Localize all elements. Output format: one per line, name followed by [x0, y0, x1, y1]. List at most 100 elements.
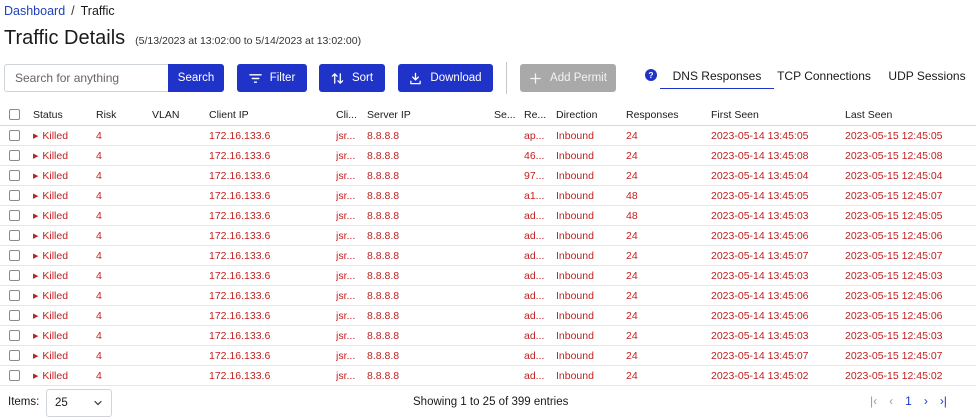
header-server-ip[interactable]: Server IP	[367, 104, 487, 125]
header-vlan[interactable]: VLAN	[152, 104, 202, 125]
vlan-cell	[152, 226, 202, 245]
breadcrumb-dashboard-link[interactable]: Dashboard	[4, 4, 65, 18]
last-page-icon[interactable]: ›|	[940, 394, 947, 408]
row-checkbox[interactable]	[9, 170, 20, 181]
add-permit-button[interactable]: Add Permit	[520, 64, 616, 92]
page-number[interactable]: 1	[905, 394, 912, 408]
row-checkbox[interactable]	[9, 130, 20, 141]
expand-caret-icon[interactable]: ▶	[33, 152, 38, 160]
row-checkbox-cell	[9, 226, 20, 245]
client-ip-cell: 172.16.133.6	[209, 309, 271, 322]
tab-tcp-connections[interactable]: TCP Connections	[774, 64, 874, 88]
table-row[interactable]: ▶ Killed 4 172.16.133.6 jsr... 8.8.8.8 ad…	[0, 286, 976, 306]
server-name-cell	[494, 186, 516, 205]
header-risk[interactable]: Risk	[96, 104, 146, 125]
tab-udp-sessions[interactable]: UDP Sessions	[882, 64, 972, 88]
download-button[interactable]: Download	[398, 64, 493, 92]
expand-caret-icon[interactable]: ▶	[33, 252, 38, 260]
table-row[interactable]: ▶ Killed 4 172.16.133.6 jsr... 8.8.8.8 ad…	[0, 366, 976, 386]
expand-caret-icon[interactable]: ▶	[33, 332, 38, 340]
table-row[interactable]: ▶ Killed 4 172.16.133.6 jsr... 8.8.8.8 ad…	[0, 266, 976, 286]
expand-caret-icon[interactable]: ▶	[33, 352, 38, 360]
expand-caret-icon[interactable]: ▶	[33, 212, 38, 220]
responses-cell: 24	[626, 309, 638, 322]
header-request[interactable]: Re...	[524, 104, 546, 125]
server-name-cell	[494, 146, 516, 165]
first-seen-cell: 2023-05-14 13:45:03	[711, 209, 809, 222]
table-row[interactable]: ▶ Killed 4 172.16.133.6 jsr... 8.8.8.8 ad…	[0, 246, 976, 266]
direction-cell: Inbound	[556, 209, 594, 222]
next-page-icon[interactable]: ›	[924, 394, 928, 408]
filter-button[interactable]: Filter	[237, 64, 307, 92]
row-checkbox[interactable]	[9, 210, 20, 221]
sort-button[interactable]: Sort	[319, 64, 385, 92]
expand-caret-icon[interactable]: ▶	[33, 292, 38, 300]
table-row[interactable]: ▶ Killed 4 172.16.133.6 jsr... 8.8.8.8 ap…	[0, 126, 976, 146]
row-checkbox[interactable]	[9, 270, 20, 281]
direction-cell: Inbound	[556, 229, 594, 242]
expand-caret-icon[interactable]: ▶	[33, 132, 38, 140]
client-name-cell: jsr...	[336, 309, 356, 322]
vlan-cell	[152, 186, 202, 205]
select-all-checkbox[interactable]	[9, 109, 20, 120]
row-checkbox[interactable]	[9, 330, 20, 341]
direction-cell: Inbound	[556, 149, 594, 162]
pagination: |‹ ‹ 1 › ›|	[870, 394, 947, 408]
table-header: Status Risk VLAN Client IP Cli... Server…	[0, 104, 976, 126]
help-icon[interactable]: ?	[645, 69, 657, 81]
table-row[interactable]: ▶ Killed 4 172.16.133.6 jsr... 8.8.8.8 97…	[0, 166, 976, 186]
search-input[interactable]	[4, 64, 168, 92]
header-client-name[interactable]: Cli...	[336, 104, 356, 125]
expand-caret-icon[interactable]: ▶	[33, 192, 38, 200]
row-checkbox[interactable]	[9, 370, 20, 381]
row-checkbox[interactable]	[9, 290, 20, 301]
expand-caret-icon[interactable]: ▶	[33, 232, 38, 240]
status-value: Killed	[42, 209, 69, 222]
row-checkbox[interactable]	[9, 230, 20, 241]
client-ip-cell: 172.16.133.6	[209, 249, 271, 262]
header-status[interactable]: Status	[33, 104, 89, 125]
row-checkbox[interactable]	[9, 250, 20, 261]
table-row[interactable]: ▶ Killed 4 172.16.133.6 jsr... 8.8.8.8 46…	[0, 146, 976, 166]
first-seen-cell: 2023-05-14 13:45:06	[711, 289, 809, 302]
risk-cell: 4	[96, 189, 102, 202]
row-checkbox[interactable]	[9, 310, 20, 321]
row-checkbox[interactable]	[9, 350, 20, 361]
responses-cell: 48	[626, 209, 638, 222]
page-title: Traffic Details	[4, 27, 126, 49]
table-row[interactable]: ▶ Killed 4 172.16.133.6 jsr... 8.8.8.8 ad…	[0, 206, 976, 226]
row-checkbox[interactable]	[9, 190, 20, 201]
prev-page-icon[interactable]: ‹	[889, 394, 893, 408]
responses-cell: 24	[626, 289, 638, 302]
first-seen-cell: 2023-05-14 13:45:07	[711, 249, 809, 262]
header-server-name[interactable]: Se...	[494, 104, 516, 125]
items-per-page-select[interactable]: 25	[46, 389, 112, 417]
tab-dns-responses[interactable]: DNS Responses	[660, 64, 774, 88]
expand-caret-icon[interactable]: ▶	[33, 172, 38, 180]
expand-caret-icon[interactable]: ▶	[33, 312, 38, 320]
table-row[interactable]: ▶ Killed 4 172.16.133.6 jsr... 8.8.8.8 ad…	[0, 346, 976, 366]
table-row[interactable]: ▶ Killed 4 172.16.133.6 jsr... 8.8.8.8 a1…	[0, 186, 976, 206]
header-direction[interactable]: Direction	[556, 104, 616, 125]
search-button[interactable]: Search	[168, 64, 224, 92]
header-responses[interactable]: Responses	[626, 104, 686, 125]
status-value: Killed	[42, 329, 69, 342]
header-client-ip[interactable]: Client IP	[209, 104, 329, 125]
expand-caret-icon[interactable]: ▶	[33, 272, 38, 280]
table-row[interactable]: ▶ Killed 4 172.16.133.6 jsr... 8.8.8.8 ad…	[0, 326, 976, 346]
first-page-icon[interactable]: |‹	[870, 394, 877, 408]
last-seen-cell: 2023-05-15 12:45:07	[845, 349, 943, 362]
row-checkbox[interactable]	[9, 150, 20, 161]
table-row[interactable]: ▶ Killed 4 172.16.133.6 jsr... 8.8.8.8 ad…	[0, 306, 976, 326]
header-last-seen[interactable]: Last Seen	[845, 104, 971, 125]
header-first-seen[interactable]: First Seen	[711, 104, 837, 125]
expand-caret-icon[interactable]: ▶	[33, 372, 38, 380]
client-name-cell: jsr...	[336, 289, 356, 302]
table-row[interactable]: ▶ Killed 4 172.16.133.6 jsr... 8.8.8.8 ad…	[0, 226, 976, 246]
server-name-cell	[494, 206, 516, 225]
status-cell: ▶ Killed	[33, 286, 89, 305]
last-seen-cell: 2023-05-15 12:45:07	[845, 189, 943, 202]
first-seen-cell: 2023-05-14 13:45:06	[711, 309, 809, 322]
items-per-page-value: 25	[55, 397, 68, 409]
request-cell: ad...	[524, 269, 545, 282]
